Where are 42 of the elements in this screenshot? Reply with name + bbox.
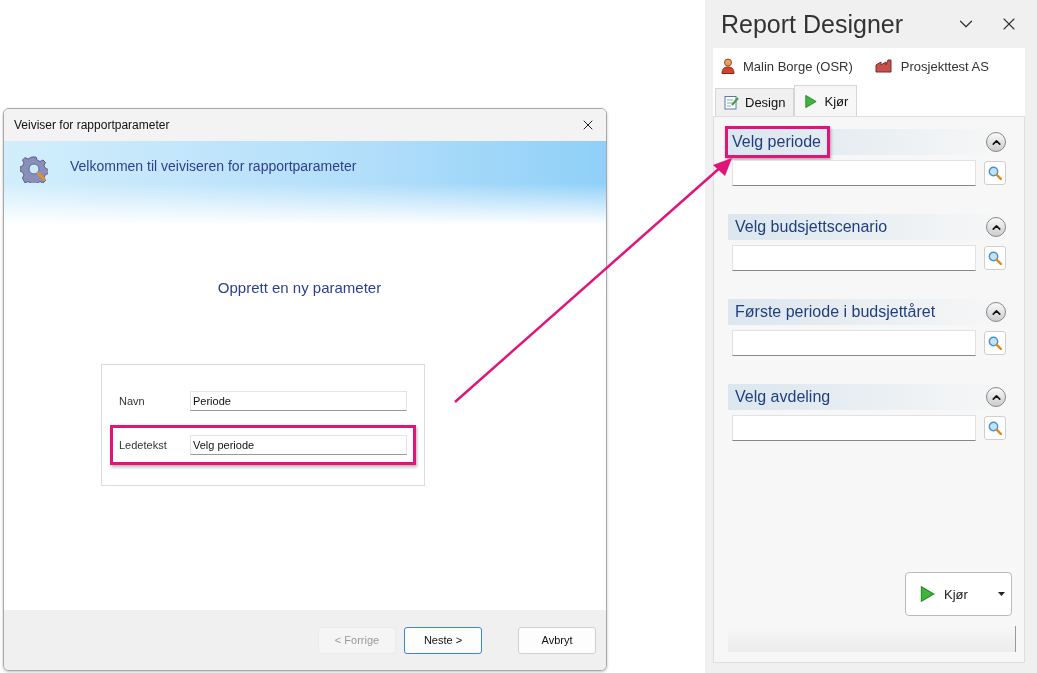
search-icon — [988, 336, 1003, 350]
gear-magnifier-icon — [20, 155, 48, 183]
window-title: Veiviser for rapportparameter — [14, 118, 170, 132]
run-button[interactable]: Kjør — [905, 572, 1012, 616]
wizard-button[interactable]: Avbryt — [518, 626, 596, 654]
search-icon — [988, 166, 1003, 180]
input-field[interactable] — [732, 330, 977, 356]
field-label: Navn — [119, 395, 146, 407]
text-field[interactable]: Velg periode — [190, 435, 407, 455]
lookup-button[interactable] — [984, 416, 1006, 440]
lookup-button[interactable] — [984, 246, 1006, 270]
input-field[interactable] — [732, 245, 977, 271]
tab[interactable]: Kjør — [794, 85, 858, 116]
search-icon — [988, 421, 1003, 435]
caret-icon — [998, 592, 1005, 596]
factory-icon — [874, 59, 893, 73]
section-title: Velg periode — [725, 126, 830, 158]
search-icon — [988, 251, 1003, 265]
section-title: Velg budsjettscenario — [734, 217, 889, 237]
person-icon — [721, 58, 735, 74]
field-label: Ledetekst — [119, 439, 168, 451]
page-heading: Opprett en ny parameter — [217, 279, 382, 296]
user-name: Malin Borge (OSR) — [743, 58, 853, 74]
input-field[interactable] — [732, 160, 977, 186]
lookup-button[interactable] — [984, 161, 1006, 185]
notepad-icon — [724, 95, 739, 110]
play-icon — [918, 585, 936, 603]
section-title: Velg avdeling — [734, 387, 832, 407]
text-field[interactable]: Periode — [190, 391, 407, 411]
tab[interactable]: Design — [715, 88, 795, 116]
panel-title: Report Designer — [721, 9, 904, 39]
collapse-button[interactable] — [986, 302, 1006, 322]
collapse-button[interactable] — [986, 132, 1006, 152]
collapse-button[interactable] — [986, 387, 1006, 407]
wizard-button[interactable]: Neste > — [404, 626, 482, 654]
play-icon — [803, 93, 819, 109]
collapse-button[interactable] — [986, 217, 1006, 237]
lookup-button[interactable] — [984, 331, 1006, 355]
banner-title: Velkommen til veiviseren for rapportparameter — [70, 158, 357, 174]
company-name: Prosjekttest AS — [900, 58, 989, 74]
section-title: Første periode i budsjettåret — [734, 302, 937, 322]
input-field[interactable] — [732, 415, 977, 441]
